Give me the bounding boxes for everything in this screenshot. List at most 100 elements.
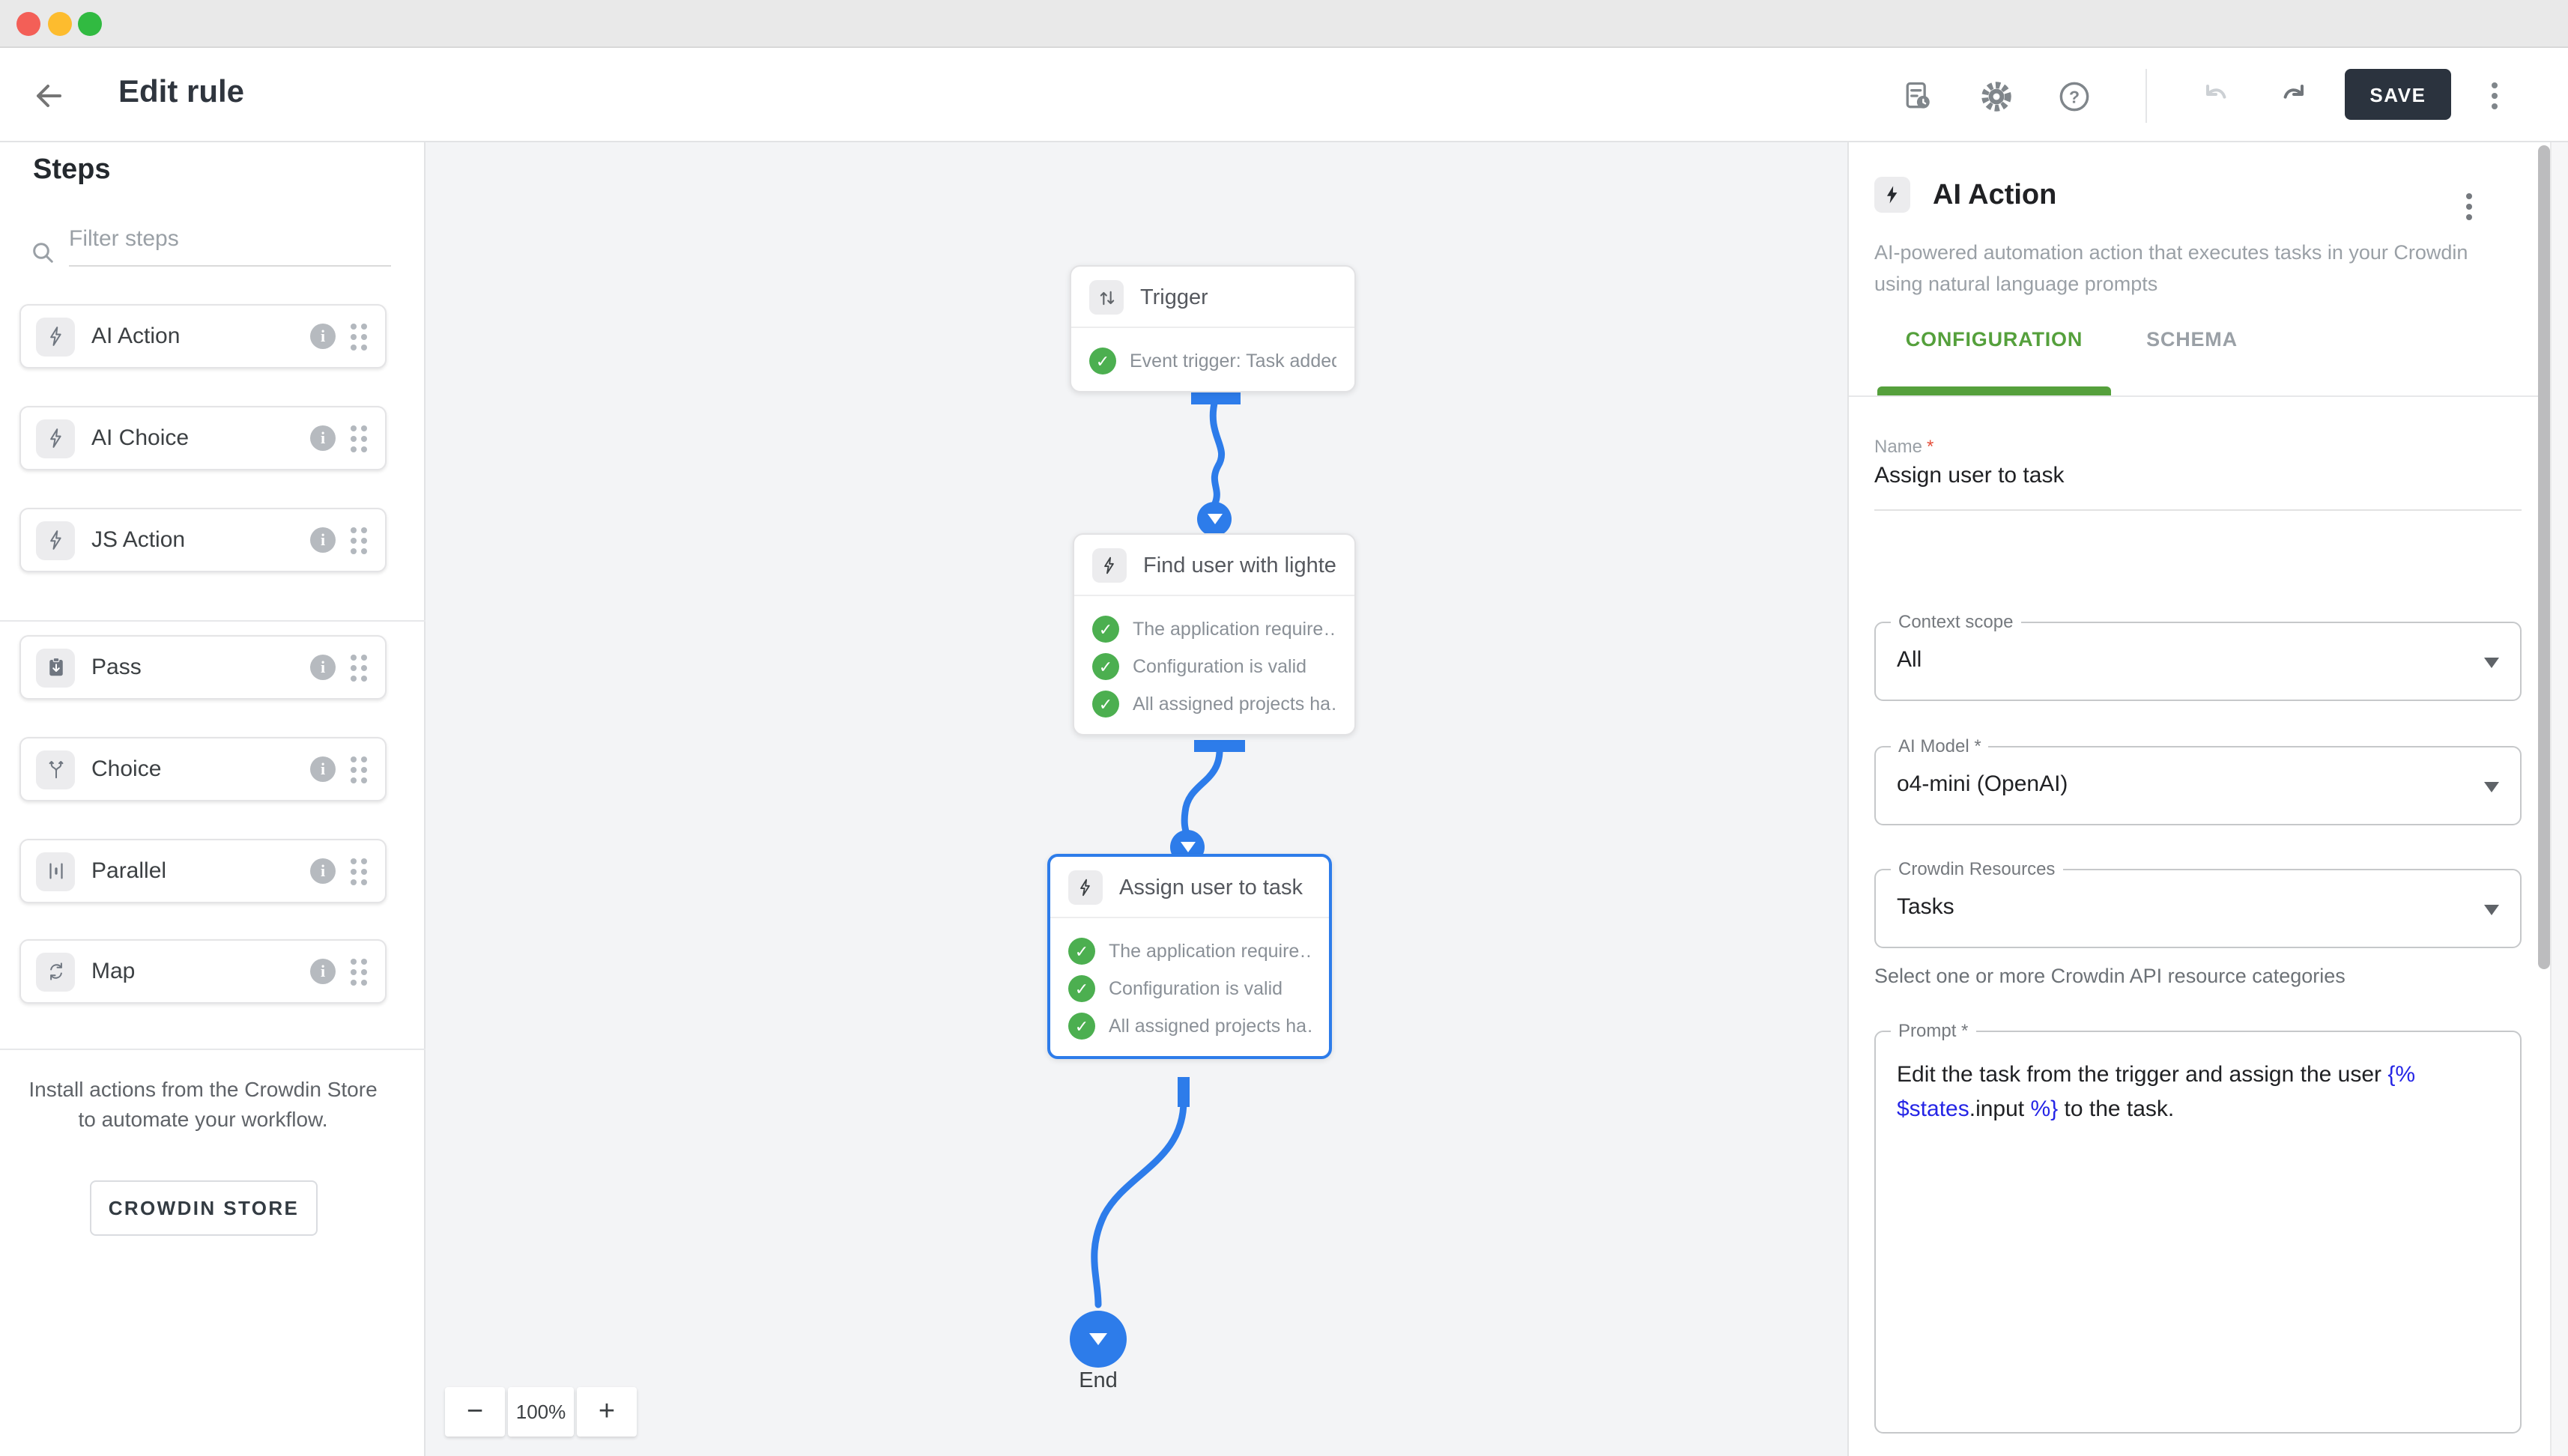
back-arrow-icon[interactable] xyxy=(30,78,66,114)
check-circle-icon xyxy=(1092,616,1119,643)
window-close-button[interactable] xyxy=(16,12,40,36)
drag-handle-icon[interactable] xyxy=(351,323,370,350)
crowdin-store-hint: Install actions from the Crowdin Store t… xyxy=(19,1074,387,1134)
steps-sidebar: Steps AI Action AI Choice xyxy=(0,142,426,1456)
required-asterisk: * xyxy=(1927,436,1933,457)
template-token: %} xyxy=(2024,1096,2058,1122)
node-assign-user[interactable]: Assign user to task The application requ… xyxy=(1047,854,1332,1059)
check-circle-icon xyxy=(1089,348,1116,374)
filter-steps-field xyxy=(30,220,391,267)
tab-configuration[interactable]: CONFIGURATION xyxy=(1877,328,2111,364)
panel-description: AI-powered automation action that execut… xyxy=(1874,237,2510,300)
step-card-map[interactable]: Map xyxy=(19,939,387,1004)
drag-handle-icon[interactable] xyxy=(351,858,370,885)
crowdin-resources-label: Crowdin Resources xyxy=(1891,858,2062,879)
panel-scrollbar[interactable] xyxy=(2538,145,2550,969)
node-checks: Event trigger: Task added xyxy=(1071,328,1354,391)
window-minimize-button[interactable] xyxy=(47,12,71,36)
info-icon[interactable] xyxy=(310,858,336,884)
window-zoom-button[interactable] xyxy=(78,12,102,36)
crowdin-resources-select[interactable]: Crowdin Resources Tasks xyxy=(1874,869,2522,948)
prompt-field[interactable]: Prompt * Edit the task from the trigger … xyxy=(1874,1031,2522,1434)
end-node[interactable] xyxy=(1070,1311,1127,1368)
zoom-out-button[interactable]: − xyxy=(445,1387,505,1437)
lightning-icon xyxy=(36,317,75,356)
parallel-bars-icon xyxy=(36,852,75,891)
node-header: Find user with lighte… xyxy=(1074,535,1354,595)
node-trigger[interactable]: Trigger Event trigger: Task added xyxy=(1070,265,1356,392)
undo-icon[interactable] xyxy=(2196,76,2235,115)
ai-model-label: AI Model * xyxy=(1891,735,1989,756)
drag-handle-icon[interactable] xyxy=(351,958,370,985)
info-icon[interactable] xyxy=(310,425,336,451)
info-icon[interactable] xyxy=(310,324,336,349)
filter-steps-input[interactable] xyxy=(69,220,391,267)
ai-model-value: o4-mini (OpenAI) xyxy=(1897,771,2068,797)
node-find-user[interactable]: Find user with lighte… The application r… xyxy=(1073,533,1356,735)
zoom-controls: − 100% + xyxy=(445,1387,637,1437)
lightning-icon xyxy=(36,419,75,458)
tabs-divider xyxy=(1849,395,2550,397)
check-circle-icon xyxy=(1068,1013,1095,1040)
node-header: Assign user to task xyxy=(1050,857,1329,917)
panel-more-options-icon[interactable] xyxy=(2466,180,2472,220)
name-input[interactable] xyxy=(1874,463,2522,511)
prompt-text[interactable]: Edit the task from the trigger and assig… xyxy=(1897,1058,2499,1126)
sidebar-divider xyxy=(0,620,426,622)
redo-icon[interactable] xyxy=(2274,76,2313,115)
toolbar: Edit rule ? SAVE xyxy=(0,48,2568,142)
node-header: Trigger xyxy=(1071,267,1354,327)
more-options-icon[interactable] xyxy=(2475,76,2514,115)
node-title: Assign user to task xyxy=(1119,876,1303,900)
info-icon[interactable] xyxy=(310,527,336,553)
window-titlebar xyxy=(0,0,2568,48)
loop-icon xyxy=(36,952,75,991)
step-card-pass[interactable]: Pass xyxy=(19,635,387,700)
toolbar-divider xyxy=(2145,69,2147,123)
crowdin-store-button[interactable]: CROWDIN STORE xyxy=(90,1180,318,1236)
step-card-ai-action[interactable]: AI Action xyxy=(19,304,387,368)
drag-handle-icon[interactable] xyxy=(351,527,370,553)
tab-schema[interactable]: SCHEMA xyxy=(2110,328,2274,364)
drag-handle-icon[interactable] xyxy=(351,425,370,452)
info-icon[interactable] xyxy=(310,959,336,984)
node-checks: The application require… Configuration i… xyxy=(1050,918,1329,1056)
step-card-ai-choice[interactable]: AI Choice xyxy=(19,406,387,470)
step-card-choice[interactable]: Choice xyxy=(19,737,387,801)
help-icon[interactable]: ? xyxy=(2054,76,2093,115)
drag-handle-icon[interactable] xyxy=(351,756,370,783)
drag-handle-icon[interactable] xyxy=(351,654,370,681)
check-circle-icon xyxy=(1068,938,1095,965)
panel-scrollbar-track xyxy=(2550,142,2568,1456)
step-card-js-action[interactable]: JS Action xyxy=(19,508,387,572)
context-scope-label: Context scope xyxy=(1891,611,2020,632)
zoom-in-button[interactable]: + xyxy=(577,1387,637,1437)
step-card-parallel[interactable]: Parallel xyxy=(19,839,387,903)
step-label: Parallel xyxy=(91,858,310,884)
settings-gear-icon[interactable] xyxy=(1976,76,2015,115)
save-button[interactable]: SAVE xyxy=(2345,69,2451,120)
chevron-down-icon xyxy=(2484,905,2499,915)
ai-model-select[interactable]: AI Model * o4-mini (OpenAI) xyxy=(1874,746,2522,825)
sidebar-divider xyxy=(0,1049,426,1050)
prompt-label: Prompt * xyxy=(1891,1020,1975,1041)
name-field-label: Name* xyxy=(1874,436,1933,457)
workflow-canvas[interactable]: Trigger Event trigger: Task added Find u… xyxy=(426,142,1847,1456)
step-label: Pass xyxy=(91,655,310,680)
info-icon[interactable] xyxy=(310,756,336,782)
lightning-icon xyxy=(36,521,75,559)
context-scope-select[interactable]: Context scope All xyxy=(1874,622,2522,701)
flow-arrow-icon xyxy=(1197,502,1232,536)
app-window: Edit rule ? SAVE Steps xyxy=(0,0,2568,1456)
step-label: Map xyxy=(91,959,310,984)
info-icon[interactable] xyxy=(310,655,336,680)
clipboard-down-icon xyxy=(36,648,75,687)
activity-log-icon[interactable] xyxy=(1898,76,1937,115)
crowdin-resources-value: Tasks xyxy=(1897,894,1954,920)
step-label: AI Action xyxy=(91,324,310,349)
chevron-down-icon xyxy=(2484,782,2499,792)
config-panel: AI Action AI-powered automation action t… xyxy=(1847,142,2568,1456)
crowdin-resources-helper: Select one or more Crowdin API resource … xyxy=(1874,965,2522,987)
lightning-icon xyxy=(1092,548,1127,583)
panel-title: AI Action xyxy=(1933,180,2056,213)
